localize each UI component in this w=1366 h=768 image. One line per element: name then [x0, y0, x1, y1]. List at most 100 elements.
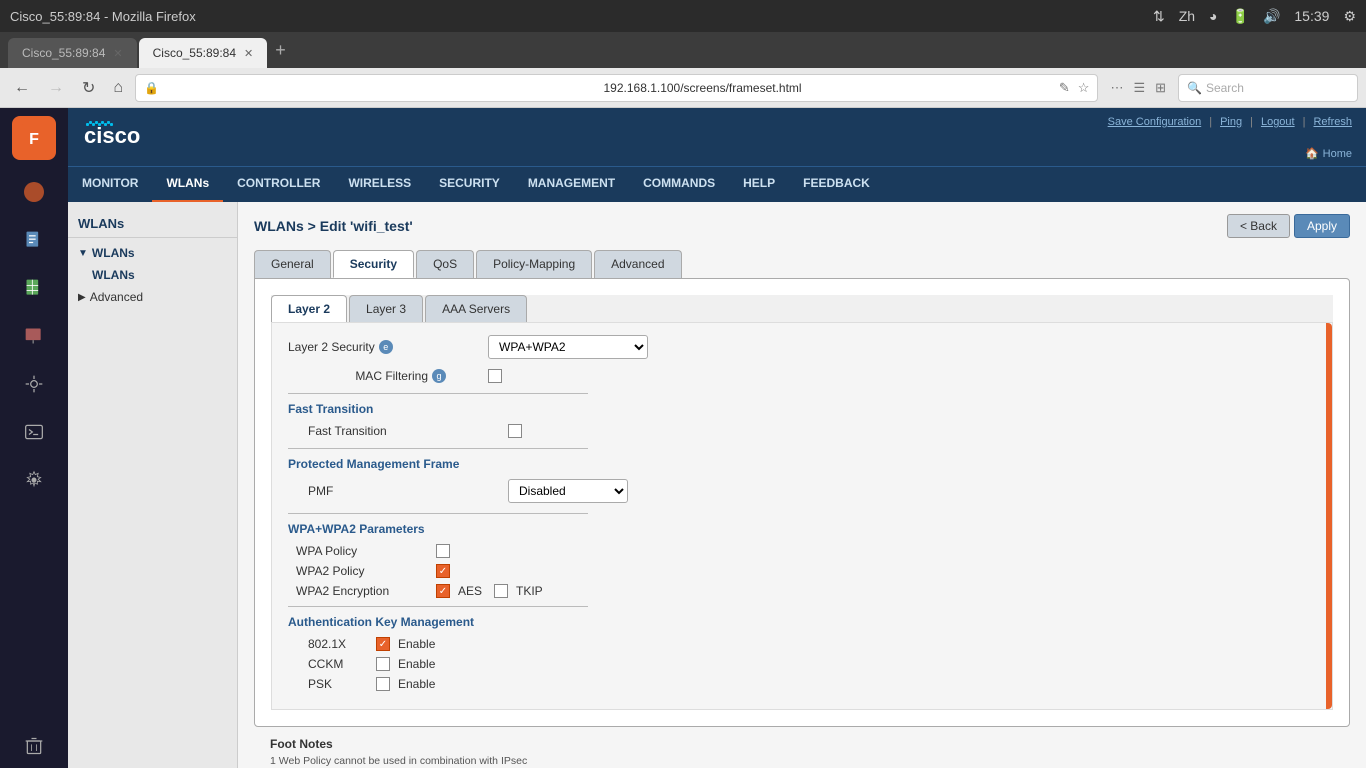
- subtab-layer2[interactable]: Layer 2: [271, 295, 347, 322]
- tab-inactive-close[interactable]: ✕: [113, 47, 122, 60]
- address-text: 192.168.1.100/screens/frameset.html: [603, 81, 1058, 95]
- footnotes: Foot Notes 1 Web Policy cannot be used i…: [254, 727, 1350, 768]
- pocket-icon: ☰: [1133, 80, 1145, 96]
- left-panel-wlans[interactable]: ▼ WLANs: [68, 242, 237, 264]
- back-button[interactable]: ←: [8, 75, 36, 101]
- top-links: Save Configuration | Ping | Logout | Ref…: [1108, 116, 1352, 128]
- nav-wireless[interactable]: WIRELESS: [334, 167, 425, 203]
- ping-link[interactable]: Ping: [1220, 116, 1242, 128]
- encrypt-options: ✓ AES TKIP: [436, 584, 543, 598]
- titlebar-icons: ⇅ Zh ◕ 🔋 🔊 15:39 ⚙: [1153, 8, 1356, 25]
- browser-toolbar: ← → ↻ ⌂ 🔒 192.168.1.100/screens/frameset…: [0, 68, 1366, 108]
- save-config-link[interactable]: Save Configuration: [1108, 116, 1202, 128]
- tab-content: Layer 2 Layer 3 AAA Servers Layer 2 Secu…: [254, 278, 1350, 727]
- browser-tab-active[interactable]: Cisco_55:89:84 ✕: [139, 38, 268, 68]
- tab-advanced[interactable]: Advanced: [594, 250, 681, 278]
- auth-key-8021x: 802.1X: [308, 637, 368, 651]
- sidebar-icon-trash[interactable]: [12, 724, 56, 768]
- sidebar-icon-presentation[interactable]: [12, 314, 56, 358]
- fast-transition-label: Fast Transition: [308, 424, 508, 438]
- footnote-1: 1 Web Policy cannot be used in combinati…: [270, 755, 1334, 767]
- browser-tab-inactive[interactable]: Cisco_55:89:84 ✕: [8, 38, 137, 68]
- sidebar-icon-docs[interactable]: [12, 218, 56, 262]
- wpa-policy-checkbox[interactable]: [436, 544, 450, 558]
- sidebar-icon-terminal[interactable]: [12, 410, 56, 454]
- sidebar-logo: F: [12, 116, 56, 160]
- svg-text:F: F: [29, 131, 39, 148]
- nav-help[interactable]: HELP: [729, 167, 789, 203]
- subtab-layer3[interactable]: Layer 3: [349, 295, 423, 322]
- forward-button[interactable]: →: [42, 75, 70, 101]
- arrow-icon: ▼: [78, 248, 88, 259]
- left-panel-wlans-sub[interactable]: WLANs: [68, 264, 237, 286]
- auth-enable-cckm: Enable: [398, 657, 435, 671]
- subtabs: Layer 2 Layer 3 AAA Servers: [271, 295, 1333, 322]
- layer2-security-select[interactable]: WPA+WPA2 None 802.1X Static WEP: [488, 335, 648, 359]
- footnotes-title: Foot Notes: [270, 737, 1334, 751]
- mac-filtering-label: MAC Filtering g: [288, 369, 488, 383]
- sidebar-icon-spreadsheet[interactable]: [12, 266, 56, 310]
- back-button[interactable]: < Back: [1227, 214, 1290, 238]
- tab-general[interactable]: General: [254, 250, 331, 278]
- address-bar[interactable]: 🔒 192.168.1.100/screens/frameset.html ✎ …: [135, 74, 1098, 102]
- layer2-info-icon[interactable]: e: [379, 340, 393, 354]
- main-content: cisco Save Configuration | Ping |: [68, 108, 1366, 768]
- sidebar-icon-config[interactable]: [12, 458, 56, 502]
- auth-checkbox-8021x[interactable]: ✓: [376, 637, 390, 651]
- tab-qos[interactable]: QoS: [416, 250, 474, 278]
- content-area: WLANs ▼ WLANs WLANs ▶ Advanced WLANs: [68, 202, 1366, 768]
- menu-icon: ⋯: [1110, 80, 1123, 96]
- aes-checkbox[interactable]: ✓: [436, 584, 450, 598]
- tkip-label: TKIP: [516, 584, 543, 598]
- mac-filtering-checkbox[interactable]: [488, 369, 502, 383]
- nav-management[interactable]: MANAGEMENT: [514, 167, 629, 203]
- titlebar-icon-battery: 🔋: [1232, 8, 1249, 25]
- pmf-title: Protected Management Frame: [288, 457, 1316, 471]
- nav-controller[interactable]: CONTROLLER: [223, 167, 334, 203]
- nav-monitor[interactable]: MONITOR: [68, 167, 152, 203]
- mac-info-icon[interactable]: g: [432, 369, 446, 383]
- search-bar[interactable]: 🔍 Search: [1178, 74, 1358, 102]
- tab-active-close[interactable]: ✕: [244, 47, 253, 60]
- svg-text:cisco: cisco: [84, 123, 140, 148]
- cisco-header: cisco Save Configuration | Ping |: [68, 108, 1366, 166]
- breadcrumb: WLANs > Edit 'wifi_test': [254, 218, 413, 234]
- pmf-select[interactable]: Disabled Optional Required: [508, 479, 628, 503]
- left-panel-title: WLANs: [68, 210, 237, 238]
- wpa2-policy-row: WPA2 Policy ✓: [296, 564, 1316, 578]
- nav-commands[interactable]: COMMANDS: [629, 167, 729, 203]
- subtab-aaa-servers[interactable]: AAA Servers: [425, 295, 527, 322]
- nav-feedback[interactable]: FEEDBACK: [789, 167, 884, 203]
- nav-wlans[interactable]: WLANs: [152, 167, 223, 203]
- auth-checkbox-psk[interactable]: [376, 677, 390, 691]
- page-header: WLANs > Edit 'wifi_test' < Back Apply: [254, 214, 1350, 238]
- titlebar-time: 15:39: [1294, 8, 1329, 24]
- nav-security[interactable]: SECURITY: [425, 167, 514, 203]
- refresh-link[interactable]: Refresh: [1313, 116, 1352, 128]
- divider-1: [288, 393, 588, 394]
- new-tab-button[interactable]: +: [269, 40, 292, 61]
- wpa-policy-row: WPA Policy: [296, 544, 1316, 558]
- cisco-logo-svg: cisco: [84, 121, 174, 151]
- wpa2-policy-checkbox[interactable]: ✓: [436, 564, 450, 578]
- tkip-checkbox[interactable]: [494, 584, 508, 598]
- home-button[interactable]: ⌂: [107, 75, 129, 101]
- reload-button[interactable]: ↻: [76, 74, 101, 102]
- titlebar-text: Cisco_55:89:84 - Mozilla Firefox: [10, 9, 196, 24]
- tab-policy-mapping[interactable]: Policy-Mapping: [476, 250, 592, 278]
- home-link[interactable]: 🏠 Home: [1305, 147, 1352, 160]
- auth-checkbox-cckm[interactable]: [376, 657, 390, 671]
- auth-key-cckm: CCKM: [308, 657, 368, 671]
- apply-button[interactable]: Apply: [1294, 214, 1350, 238]
- left-panel-advanced[interactable]: ▶ Advanced: [68, 286, 237, 308]
- sidebar-icon-firefox[interactable]: [12, 170, 56, 214]
- divider-2: [288, 448, 588, 449]
- sidebar-icon-tools[interactable]: [12, 362, 56, 406]
- tab-security[interactable]: Security: [333, 250, 414, 278]
- logout-link[interactable]: Logout: [1261, 116, 1295, 128]
- main-tabs: General Security QoS Policy-Mapping Adva…: [254, 250, 1350, 278]
- fast-transition-checkbox[interactable]: [508, 424, 522, 438]
- search-icon: 🔍: [1187, 81, 1202, 95]
- titlebar-icon-sound: 🔊: [1263, 8, 1280, 25]
- logo-icon: F: [20, 124, 48, 152]
